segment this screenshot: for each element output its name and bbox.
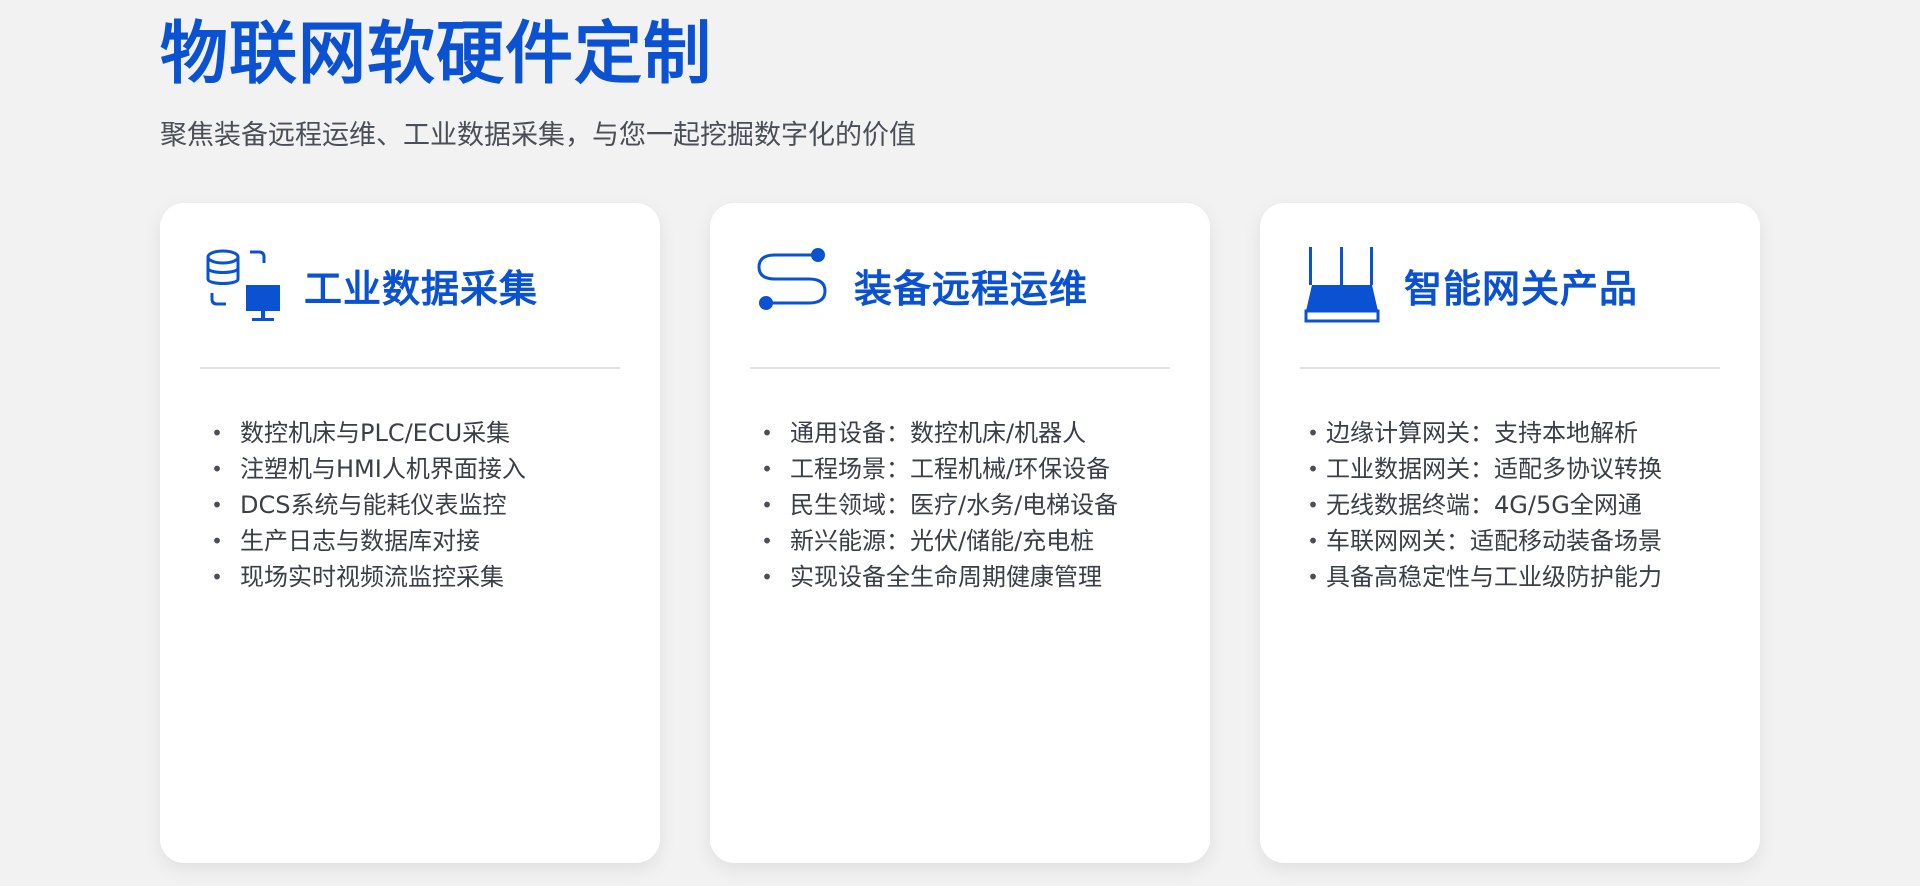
list-item: • 民生领域：医疗/水务/电梯设备 xyxy=(756,487,1170,523)
card-divider xyxy=(1300,367,1720,369)
card-header: 装备远程运维 xyxy=(750,243,1170,327)
list-item-text: 生产日志与数据库对接 xyxy=(240,527,480,555)
list-item-text: 注塑机与HMI人机界面接入 xyxy=(240,455,526,483)
bullet-icon: • xyxy=(761,421,773,445)
service-cards: 工业数据采集 • 数控机床与PLC/ECU采集 • 注塑机与HMI人机界面接入 • D… xyxy=(160,203,1760,863)
card-smart-gateway: 智能网关产品 • 边缘计算网关：支持本地解析 • 工业数据网关：适配多协议转换 • 无… xyxy=(1260,203,1760,863)
list-item-text: 边缘计算网关：支持本地解析 xyxy=(1326,419,1638,447)
list-item-text: 新兴能源：光伏/储能/充电桩 xyxy=(790,527,1095,555)
bullet-icon: • xyxy=(1307,565,1319,589)
list-item: • 无线数据终端：4G/5G全网通 xyxy=(1306,487,1720,523)
list-item: • 数控机床与PLC/ECU采集 xyxy=(206,415,620,451)
list-item-text: 通用设备：数控机床/机器人 xyxy=(790,419,1087,447)
list-item: • 实现设备全生命周期健康管理 xyxy=(756,559,1170,595)
list-item-text: 数控机床与PLC/ECU采集 xyxy=(240,419,511,447)
router-icon xyxy=(1304,247,1380,323)
route-path-icon xyxy=(757,248,827,310)
feature-list: • 通用设备：数控机床/机器人 • 工程场景：工程机械/环保设备 • 民生领域：医疗/… xyxy=(750,415,1170,595)
card-title: 装备远程运维 xyxy=(854,266,1089,311)
list-item: • 现场实时视频流监控采集 xyxy=(206,559,620,595)
card-divider xyxy=(750,367,1170,369)
list-item-text: 实现设备全生命周期健康管理 xyxy=(790,563,1102,591)
card-remote-maintenance: 装备远程运维 • 通用设备：数控机床/机器人 • 工程场景：工程机械/环保设备 • 民… xyxy=(710,203,1210,863)
card-header: 智能网关产品 xyxy=(1300,243,1720,327)
list-item: • 新兴能源：光伏/储能/充电桩 xyxy=(756,523,1170,559)
list-item-text: 无线数据终端：4G/5G全网通 xyxy=(1326,491,1642,519)
list-item: • 通用设备：数控机床/机器人 xyxy=(756,415,1170,451)
list-item-text: DCS系统与能耗仪表监控 xyxy=(240,491,507,519)
bullet-icon: • xyxy=(211,457,223,481)
list-item: • 边缘计算网关：支持本地解析 xyxy=(1306,415,1720,451)
list-item: • 注塑机与HMI人机界面接入 xyxy=(206,451,620,487)
bullet-icon: • xyxy=(211,493,223,517)
bullet-icon: • xyxy=(1307,493,1319,517)
page-title: 物联网软硬件定制 xyxy=(160,15,713,94)
list-item-text: 车联网网关：适配移动装备场景 xyxy=(1326,527,1662,555)
list-item-text: 工程场景：工程机械/环保设备 xyxy=(790,455,1111,483)
card-title: 工业数据采集 xyxy=(304,266,539,311)
bullet-icon: • xyxy=(211,529,223,553)
list-item: • 具备高稳定性与工业级防护能力 xyxy=(1306,559,1720,595)
list-item: • 工业数据网关：适配多协议转换 xyxy=(1306,451,1720,487)
list-item-text: 具备高稳定性与工业级防护能力 xyxy=(1326,563,1662,591)
list-item: • 工程场景：工程机械/环保设备 xyxy=(756,451,1170,487)
list-item: • 生产日志与数据库对接 xyxy=(206,523,620,559)
page-subtitle: 聚焦装备远程运维、工业数据采集，与您一起挖掘数字化的价值 xyxy=(160,120,916,151)
card-header: 工业数据采集 xyxy=(200,243,620,327)
card-divider xyxy=(200,367,620,369)
data-collection-icon xyxy=(206,249,280,321)
bullet-icon: • xyxy=(761,493,773,517)
bullet-icon: • xyxy=(211,421,223,445)
bullet-icon: • xyxy=(761,565,773,589)
card-data-collection: 工业数据采集 • 数控机床与PLC/ECU采集 • 注塑机与HMI人机界面接入 • D… xyxy=(160,203,660,863)
list-item-text: 民生领域：医疗/水务/电梯设备 xyxy=(790,491,1119,519)
bullet-icon: • xyxy=(211,565,223,589)
bullet-icon: • xyxy=(1307,421,1319,445)
feature-list: • 边缘计算网关：支持本地解析 • 工业数据网关：适配多协议转换 • 无线数据终端：4… xyxy=(1300,415,1720,595)
feature-list: • 数控机床与PLC/ECU采集 • 注塑机与HMI人机界面接入 • DCS系统与能耗… xyxy=(200,415,620,595)
list-item: • 车联网网关：适配移动装备场景 xyxy=(1306,523,1720,559)
bullet-icon: • xyxy=(761,529,773,553)
bullet-icon: • xyxy=(1307,457,1319,481)
card-title: 智能网关产品 xyxy=(1404,266,1639,311)
bullet-icon: • xyxy=(1307,529,1319,553)
list-item-text: 现场实时视频流监控采集 xyxy=(240,563,504,591)
list-item: • DCS系统与能耗仪表监控 xyxy=(206,487,620,523)
bullet-icon: • xyxy=(761,457,773,481)
list-item-text: 工业数据网关：适配多协议转换 xyxy=(1326,455,1662,483)
